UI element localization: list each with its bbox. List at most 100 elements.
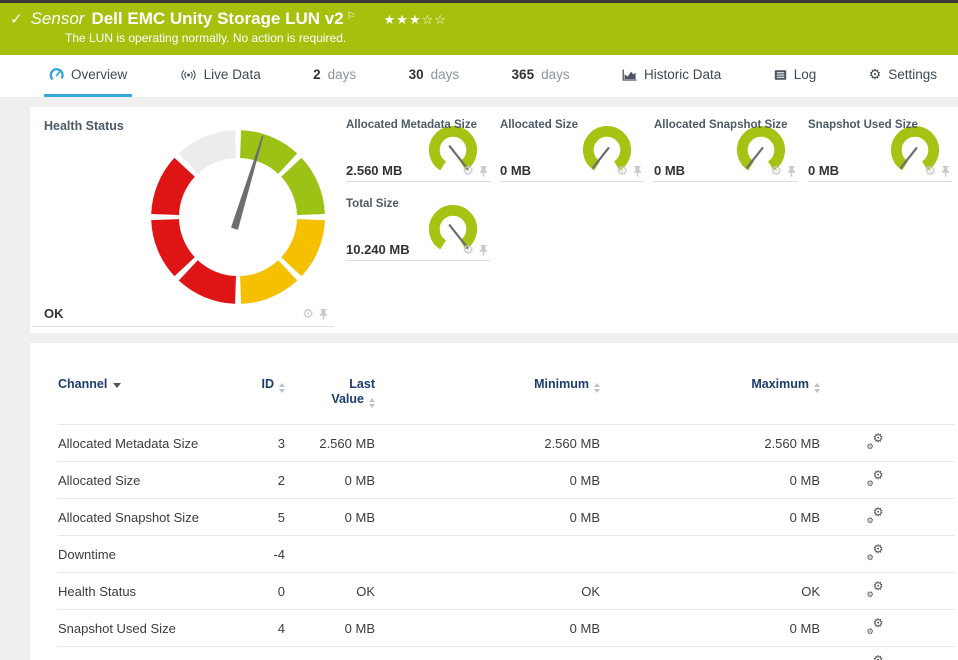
gauge-tile-title: Total Size: [346, 198, 399, 210]
tab-settings[interactable]: ⚙ Settings: [864, 55, 942, 97]
tab-live-data[interactable]: Live Data: [175, 55, 266, 97]
tab-2-days[interactable]: 2 days: [308, 55, 361, 97]
sort-icon: [594, 383, 600, 393]
channel-id-cell: 0: [233, 572, 285, 610]
sorted-descending-icon: [113, 383, 122, 388]
filler-cell: [930, 498, 955, 536]
channel-maximum-cell: OK: [600, 572, 820, 610]
gauge-tile[interactable]: Allocated Size 0 MB ⚙: [500, 112, 644, 182]
pin-icon[interactable]: [633, 166, 642, 177]
tab-log[interactable]: Log: [769, 55, 822, 97]
channel-id-cell: 2: [233, 461, 285, 499]
pin-icon[interactable]: [479, 245, 488, 256]
tile-settings-gear-icon[interactable]: ⚙: [462, 244, 474, 257]
channel-name-cell[interactable]: Downtime: [58, 535, 233, 573]
pin-icon[interactable]: [479, 166, 488, 177]
filler-cell: [930, 535, 955, 573]
edit-channel-gears-icon[interactable]: ⚙⚙: [867, 468, 884, 488]
column-header-last-value[interactable]: Last Value: [285, 371, 375, 425]
tile-settings-gear-icon[interactable]: ⚙: [770, 165, 782, 178]
edit-channel-gears-icon[interactable]: ⚙⚙: [867, 505, 884, 525]
channel-last-value-cell: 2.560 MB: [285, 424, 375, 462]
gauge-tile[interactable]: Total Size 10.240 MB ⚙: [346, 191, 490, 261]
pin-icon[interactable]: [787, 166, 796, 177]
edit-channel-gears-icon[interactable]: ⚙⚙: [867, 579, 884, 599]
channel-row[interactable]: Allocated Size 2 0 MB 0 MB 0 MB ⚙ ⚙: [58, 461, 955, 499]
gauge-tile-title: Allocated Snapshot Size: [654, 119, 788, 131]
channel-row[interactable]: Total Size 8 10.240 MB 10.240 MB 10.240 …: [58, 646, 955, 660]
channel-header-label: Channel: [58, 377, 108, 391]
tab-30-days-number: 30: [408, 67, 424, 82]
tile-settings-gear-icon[interactable]: ⚙: [924, 165, 936, 178]
channel-name-cell[interactable]: Allocated Snapshot Size: [58, 498, 233, 536]
tile-settings-gear-icon[interactable]: ⚙: [616, 165, 628, 178]
channels-table: Channel ID Last Value Minimum Maximum Al…: [58, 371, 955, 660]
channel-name-cell[interactable]: Total Size: [58, 646, 233, 660]
pin-icon[interactable]: [319, 309, 328, 320]
channel-maximum-cell: 0 MB: [600, 461, 820, 499]
channel-maximum-cell: 10.240 MB: [600, 646, 820, 660]
channel-name-cell[interactable]: Allocated Size: [58, 461, 233, 499]
gauge-tiles-grid: Allocated Metadata Size 2.560 MB ⚙ Alloc…: [342, 107, 958, 333]
pin-icon[interactable]: [941, 166, 950, 177]
channel-minimum-cell: OK: [375, 572, 600, 610]
channel-name-cell[interactable]: Snapshot Used Size: [58, 609, 233, 647]
channel-name-cell[interactable]: Health Status: [58, 572, 233, 610]
priority-stars[interactable]: ★★★☆☆: [384, 12, 447, 28]
channels-table-card: Channel ID Last Value Minimum Maximum Al…: [30, 343, 958, 660]
channel-last-value-cell: 0 MB: [285, 609, 375, 647]
channel-row[interactable]: Allocated Metadata Size 3 2.560 MB 2.560…: [58, 424, 955, 462]
channel-id-cell: 4: [233, 609, 285, 647]
column-header-channel[interactable]: Channel: [58, 371, 233, 425]
maximum-header-label: Maximum: [751, 377, 809, 391]
gauge-tile[interactable]: Snapshot Used Size 0 MB ⚙: [808, 112, 952, 182]
gauges-card: Health Status OK ⚙ Allocated Metadata Si…: [30, 107, 958, 333]
channel-maximum-cell: 0 MB: [600, 609, 820, 647]
channel-name-cell[interactable]: Allocated Metadata Size: [58, 424, 233, 462]
health-status-panel[interactable]: Health Status OK ⚙: [30, 107, 342, 333]
channel-maximum-cell: [600, 535, 820, 573]
tab-365-days[interactable]: 365 days: [507, 55, 575, 97]
channel-last-value-cell: [285, 535, 375, 573]
tab-365-days-number: 365: [511, 67, 535, 82]
edit-channel-gears-icon[interactable]: ⚙⚙: [867, 653, 884, 660]
tab-overview-label: Overview: [71, 67, 128, 82]
channel-row[interactable]: Snapshot Used Size 4 0 MB 0 MB 0 MB ⚙ ⚙: [58, 609, 955, 647]
settings-gear-icon: ⚙: [868, 66, 882, 83]
channel-row[interactable]: Downtime -4 ⚙ ⚙: [58, 535, 955, 573]
tab-historic-data[interactable]: Historic Data: [617, 55, 726, 97]
column-header-filler: [930, 371, 955, 425]
log-list-icon: [774, 69, 786, 80]
channel-id-cell: 3: [233, 424, 285, 462]
filler-cell: [930, 572, 955, 610]
column-header-id[interactable]: ID: [233, 371, 285, 425]
channel-row[interactable]: Allocated Snapshot Size 5 0 MB 0 MB 0 MB…: [58, 498, 955, 536]
edit-channel-gears-icon[interactable]: ⚙⚙: [867, 616, 884, 636]
channel-last-value-cell: 0 MB: [285, 461, 375, 499]
channel-id-cell: -4: [233, 535, 285, 573]
health-status-value: OK: [44, 306, 64, 321]
status-ok-check-icon: ✓: [10, 11, 23, 28]
panel-settings-gear-icon[interactable]: ⚙: [302, 308, 314, 321]
tile-settings-gear-icon[interactable]: ⚙: [462, 165, 474, 178]
gauge-tile[interactable]: Allocated Snapshot Size 0 MB ⚙: [654, 112, 798, 182]
sort-icon: [814, 383, 820, 393]
gauge-tile[interactable]: Allocated Metadata Size 2.560 MB ⚙: [346, 112, 490, 182]
priority-flag-icon[interactable]: ⚐: [347, 11, 356, 22]
edit-channel-gears-icon[interactable]: ⚙⚙: [867, 431, 884, 451]
tab-overview[interactable]: Overview: [44, 55, 133, 97]
edit-channel-gears-icon[interactable]: ⚙⚙: [867, 542, 884, 562]
gauge-tile-value: 0 MB: [808, 163, 840, 178]
column-header-maximum[interactable]: Maximum: [600, 371, 820, 425]
stars-empty: ☆☆: [421, 12, 447, 27]
filler-cell: [930, 609, 955, 647]
channel-minimum-cell: [375, 535, 600, 573]
tab-historic-data-label: Historic Data: [644, 67, 722, 82]
gauge-tile-title: Snapshot Used Size: [808, 119, 918, 131]
stars-filled: ★★★: [383, 12, 422, 27]
column-header-minimum[interactable]: Minimum: [375, 371, 600, 425]
tab-log-label: Log: [793, 67, 817, 82]
filler-cell: [930, 646, 955, 660]
channel-row[interactable]: Health Status 0 OK OK OK ⚙ ⚙: [58, 572, 955, 610]
tab-30-days[interactable]: 30 days: [404, 55, 465, 97]
